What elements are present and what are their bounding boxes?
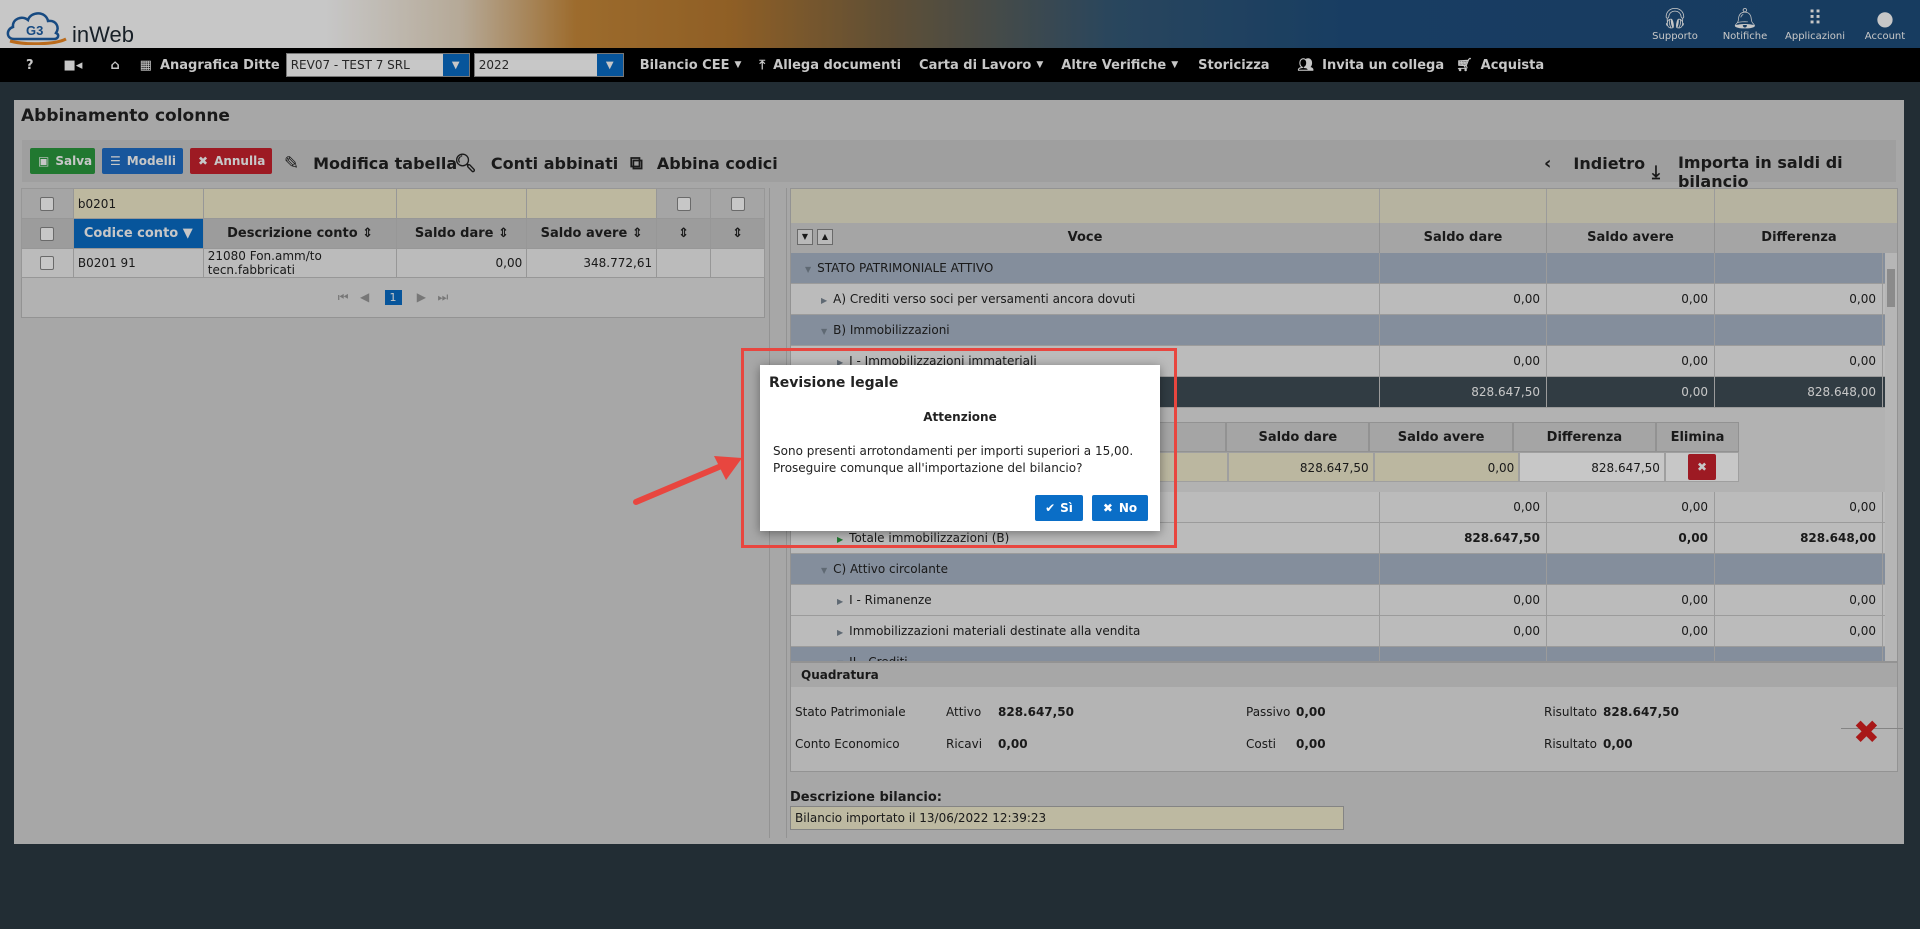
dialog-subtitle: Attenzione xyxy=(923,410,997,424)
dialog-message-2: Proseguire comunque all'importazione del… xyxy=(773,461,1083,475)
close-icon: ✖ xyxy=(1102,501,1113,515)
yes-button[interactable]: ✔ Sì xyxy=(1035,495,1083,521)
dialog-title: Revisione legale xyxy=(769,375,899,391)
check-icon: ✔ xyxy=(1045,501,1056,515)
dialog-message-1: Sono presenti arrotondamenti per importi… xyxy=(773,444,1134,458)
arrow-annotation-icon xyxy=(633,456,742,505)
no-button[interactable]: ✖ No xyxy=(1092,495,1148,521)
confirm-dialog: Revisione legale Attenzione Sono present… xyxy=(760,365,1160,531)
